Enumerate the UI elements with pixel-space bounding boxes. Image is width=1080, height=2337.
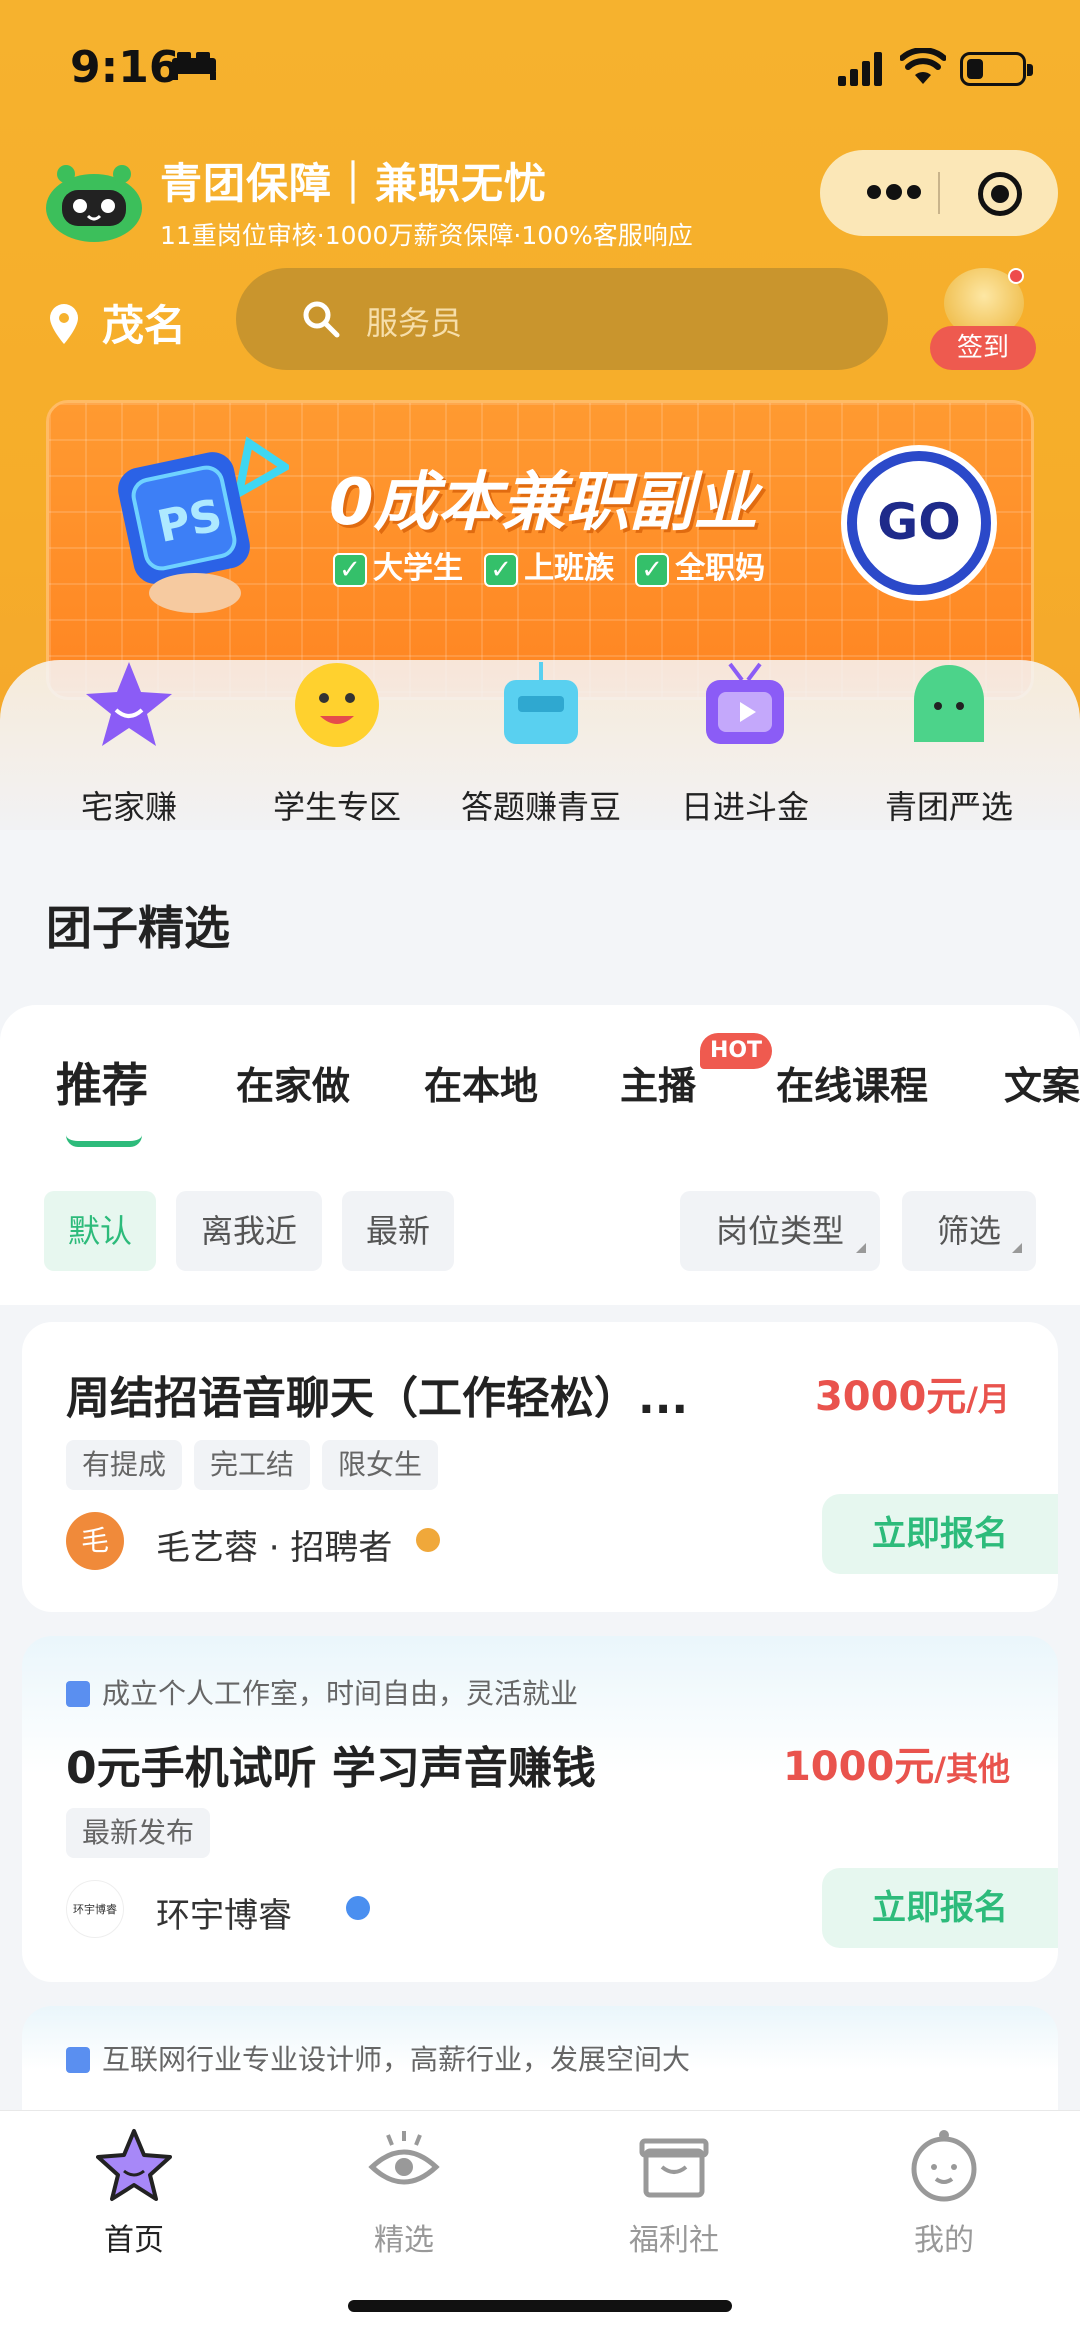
- smiley-face-icon: [295, 663, 379, 747]
- brand-subtitle: 11重岗位审核·1000万薪资保障·100%客服响应: [160, 221, 693, 250]
- banner-tags: ✓ 大学生 ✓ 上班族 ✓ 全职妈: [333, 543, 781, 587]
- app-screen: 9:16 青团保障｜兼职无忧 11重岗位审核·1000万薪资保障·100%客服响…: [0, 0, 1080, 2337]
- banner-tag: ✓ 全职妈: [635, 543, 765, 587]
- category-item[interactable]: 学生专区: [232, 660, 442, 830]
- bookmark-icon: [66, 2047, 90, 2073]
- job-card[interactable]: 周结招语音聊天（工作轻松）... 3000元/月 有提成 完工结 限女生 毛 毛…: [22, 1322, 1058, 1612]
- profile-face-icon: [911, 2130, 977, 2202]
- tv-box-icon: [504, 662, 578, 744]
- search-placeholder: 服务员: [366, 304, 463, 342]
- recruiter-info: 毛 毛艺蓉 · 招聘者: [66, 1512, 566, 1572]
- filter-job-type[interactable]: 岗位类型: [680, 1191, 880, 1271]
- recruiter-info: 环宇博睿 环宇博睿: [66, 1880, 566, 1940]
- active-tab-indicator: [66, 1135, 142, 1147]
- avatar: 毛: [66, 1512, 124, 1570]
- job-title: 周结招语音聊天（工作轻松）...: [66, 1373, 689, 1424]
- category-tabs: 推荐 在家做 在本地 主播 在线课程 文案: [0, 1055, 1080, 1147]
- brand-title: 青团保障｜兼职无忧: [160, 159, 548, 208]
- verified-icon: [416, 1528, 440, 1552]
- hot-badge: HOT: [700, 1033, 772, 1069]
- city-selector[interactable]: 茂名: [102, 292, 186, 353]
- signin-button[interactable]: 签到: [930, 268, 1042, 376]
- promo-banner[interactable]: PS 0成本兼职副业 ✓ 大学生 ✓ 上班族 ✓ 全职妈 GO: [46, 400, 1034, 700]
- apply-button[interactable]: 立即报名: [822, 1868, 1058, 1948]
- close-target-icon[interactable]: [978, 172, 1022, 216]
- retro-tv-icon: [706, 662, 784, 744]
- job-hint: 成立个人工作室，时间自由，灵活就业: [66, 1672, 578, 1712]
- bookmark-icon: [66, 1681, 90, 1707]
- home-star-icon: [96, 2129, 172, 2201]
- home-indicator: [348, 2300, 732, 2312]
- banner-tag: ✓ 大学生: [333, 543, 463, 587]
- signin-label: 签到: [930, 326, 1036, 370]
- filter-nearby[interactable]: 离我近: [176, 1191, 322, 1271]
- filter-default[interactable]: 默认: [44, 1191, 156, 1271]
- location-search-row: 茂名 服务员 签到: [0, 268, 1080, 376]
- recruiter-name: 毛艺蓉 · 招聘者: [156, 1528, 393, 1568]
- tab-recommend[interactable]: 推荐: [56, 1049, 148, 1115]
- job-card[interactable]: 成立个人工作室，时间自由，灵活就业 0元手机试听 学习声音赚钱 1000元/其他…: [22, 1636, 1058, 1982]
- gift-box-icon: [639, 2138, 709, 2198]
- banner-tag: ✓ 上班族: [484, 543, 614, 587]
- category-item[interactable]: 日进斗金: [640, 660, 850, 830]
- job-salary: 1000元/其他: [782, 1744, 1010, 1790]
- sleep-mode-icon: [172, 52, 216, 80]
- green-mascot-icon: [914, 665, 984, 742]
- filter-newest[interactable]: 最新: [342, 1191, 454, 1271]
- qingtuan-mascot-logo: [46, 165, 142, 242]
- status-time: 9:16: [70, 42, 180, 93]
- brand-header: 青团保障｜兼职无忧 11重岗位审核·1000万薪资保障·100%客服响应: [0, 140, 1080, 260]
- battery-icon: [960, 52, 1033, 86]
- tab-streamer[interactable]: 主播: [620, 1055, 696, 1110]
- recruiter-name: 环宇博睿: [156, 1896, 292, 1936]
- search-icon: [303, 301, 340, 338]
- job-tag: 最新发布: [66, 1808, 211, 1858]
- verified-icon: [346, 1896, 370, 1920]
- apply-button[interactable]: 立即报名: [822, 1494, 1058, 1574]
- job-salary: 3000元/月: [814, 1374, 1010, 1420]
- more-dots-icon[interactable]: [864, 180, 924, 204]
- eye-icon: [368, 2131, 440, 2185]
- tab-copywriting[interactable]: 文案: [1004, 1055, 1080, 1110]
- filter-more[interactable]: 筛选: [902, 1191, 1036, 1271]
- category-item[interactable]: 答题赚青豆: [436, 660, 646, 830]
- category-row: 宅家赚 学生专区 答题赚青豆 日进斗金 青团严选: [0, 660, 1080, 830]
- job-tag: 有提成: [66, 1440, 183, 1490]
- notification-dot: [1008, 268, 1024, 284]
- purple-star-icon: [86, 662, 172, 746]
- category-item[interactable]: 宅家赚: [24, 660, 234, 830]
- miniprogram-capsule: [820, 150, 1058, 236]
- photoshop-icon: PS: [118, 436, 289, 613]
- job-tag: 完工结: [194, 1440, 311, 1490]
- category-item[interactable]: 青团严选: [844, 660, 1054, 830]
- section-title: 团子精选: [46, 901, 230, 955]
- job-tag: 限女生: [322, 1440, 439, 1490]
- job-filter-panel: 推荐 在家做 在本地 主播 在线课程 文案 HOT 默认 离我近 最新 岗位类型…: [0, 1005, 1080, 1305]
- capsule-divider: [938, 172, 940, 214]
- company-logo: 环宇博睿: [66, 1880, 124, 1938]
- tab-at-home[interactable]: 在家做: [236, 1055, 350, 1110]
- job-title: 0元手机试听 学习声音赚钱: [66, 1743, 596, 1794]
- go-button[interactable]: GO: [847, 451, 991, 595]
- wifi-icon: [900, 48, 946, 84]
- job-hint: 互联网行业专业设计师，高薪行业，发展空间大: [66, 2038, 690, 2078]
- tab-local[interactable]: 在本地: [424, 1055, 538, 1110]
- cellular-signal-icon: [838, 52, 882, 86]
- location-pin-icon: [50, 304, 78, 344]
- status-bar: 9:16: [0, 0, 1080, 140]
- tab-online-course[interactable]: 在线课程: [776, 1055, 928, 1110]
- banner-headline: 0成本兼职副业: [329, 466, 758, 540]
- search-input[interactable]: 服务员: [236, 268, 888, 370]
